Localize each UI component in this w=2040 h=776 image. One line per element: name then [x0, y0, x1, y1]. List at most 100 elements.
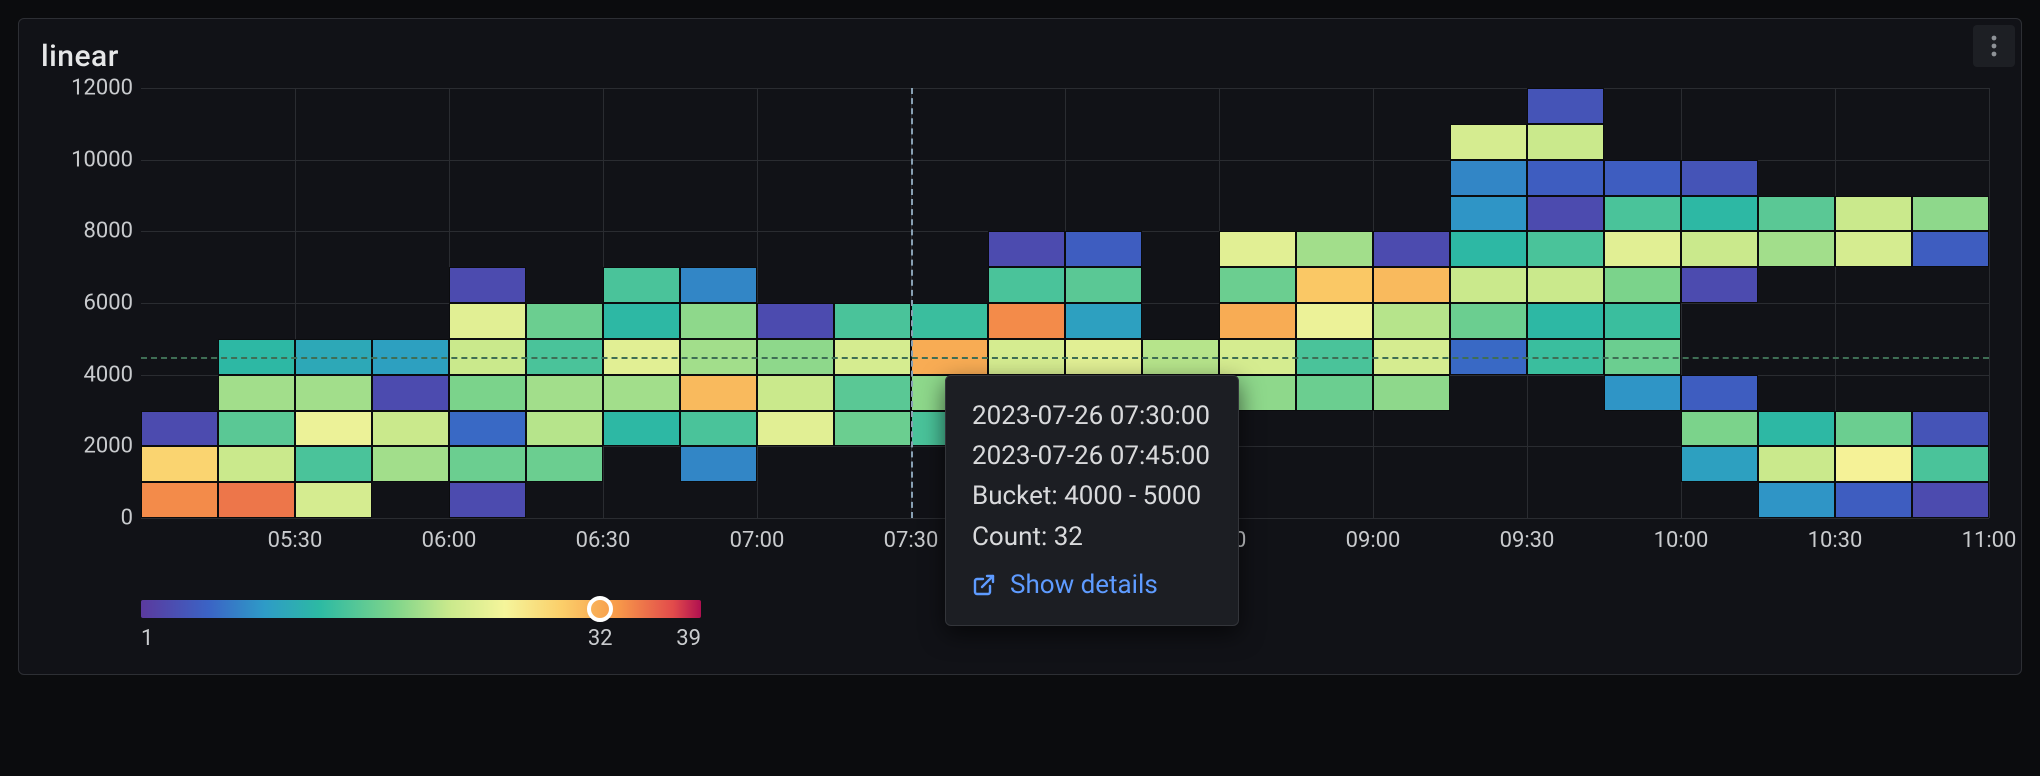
heatmap-cell[interactable]: [1835, 231, 1912, 267]
heatmap-cell[interactable]: [1450, 196, 1527, 232]
heatmap-cell[interactable]: [218, 446, 295, 482]
chart-area[interactable]: 020004000600080001000012000 05:3006:0006…: [41, 88, 1999, 648]
heatmap-cell[interactable]: [680, 267, 757, 303]
heatmap-cell[interactable]: [757, 411, 834, 447]
heatmap-cell[interactable]: [1912, 446, 1989, 482]
heatmap-cell[interactable]: [526, 303, 603, 339]
heatmap-cell[interactable]: [526, 446, 603, 482]
heatmap-cell[interactable]: [680, 411, 757, 447]
heatmap-cell[interactable]: [1527, 160, 1604, 196]
heatmap-cell[interactable]: [680, 375, 757, 411]
heatmap-cell[interactable]: [141, 411, 218, 447]
heatmap-cell[interactable]: [1450, 160, 1527, 196]
heatmap-cell[interactable]: [1681, 267, 1758, 303]
heatmap-cell[interactable]: [141, 482, 218, 518]
heatmap-cell[interactable]: [757, 375, 834, 411]
heatmap-cell[interactable]: [680, 446, 757, 482]
heatmap-cell[interactable]: [372, 446, 449, 482]
heatmap-cell[interactable]: [603, 303, 680, 339]
heatmap-cell[interactable]: [1604, 160, 1681, 196]
heatmap-cell[interactable]: [295, 482, 372, 518]
heatmap-cell[interactable]: [1065, 231, 1142, 267]
heatmap-cell[interactable]: [1758, 482, 1835, 518]
heatmap-cell[interactable]: [526, 411, 603, 447]
heatmap-cell[interactable]: [603, 375, 680, 411]
heatmap-cell[interactable]: [1681, 446, 1758, 482]
heatmap-cell[interactable]: [1604, 196, 1681, 232]
heatmap-cell[interactable]: [680, 303, 757, 339]
heatmap-cell[interactable]: [1604, 231, 1681, 267]
heatmap-cell[interactable]: [1835, 411, 1912, 447]
heatmap-cell[interactable]: [449, 303, 526, 339]
heatmap-cell[interactable]: [603, 267, 680, 303]
heatmap-cell[interactable]: [834, 303, 911, 339]
heatmap-cell[interactable]: [1681, 160, 1758, 196]
heatmap-cell[interactable]: [834, 411, 911, 447]
heatmap-cell[interactable]: [1758, 411, 1835, 447]
heatmap-cell[interactable]: [1912, 411, 1989, 447]
heatmap-cell[interactable]: [372, 411, 449, 447]
heatmap-cell[interactable]: [1835, 482, 1912, 518]
heatmap-cell[interactable]: [1296, 231, 1373, 267]
heatmap-cell[interactable]: [1527, 196, 1604, 232]
heatmap-cell[interactable]: [1835, 196, 1912, 232]
heatmap-cell[interactable]: [1912, 482, 1989, 518]
heatmap-cell[interactable]: [1604, 375, 1681, 411]
heatmap-cell[interactable]: [988, 303, 1065, 339]
heatmap-cell[interactable]: [1758, 231, 1835, 267]
heatmap-cell[interactable]: [603, 411, 680, 447]
heatmap-cell[interactable]: [988, 231, 1065, 267]
heatmap-cell[interactable]: [1219, 231, 1296, 267]
heatmap-cell[interactable]: [1604, 303, 1681, 339]
heatmap-cell[interactable]: [295, 411, 372, 447]
heatmap-cell[interactable]: [1450, 124, 1527, 160]
heatmap-cell[interactable]: [1450, 231, 1527, 267]
heatmap-cell[interactable]: [1681, 411, 1758, 447]
heatmap-cell[interactable]: [526, 375, 603, 411]
heatmap-cell[interactable]: [1296, 303, 1373, 339]
heatmap-cell[interactable]: [1296, 267, 1373, 303]
heatmap-cell[interactable]: [1219, 267, 1296, 303]
heatmap-cell[interactable]: [295, 446, 372, 482]
heatmap-cell[interactable]: [449, 482, 526, 518]
heatmap-cell[interactable]: [1681, 231, 1758, 267]
heatmap-cell[interactable]: [372, 375, 449, 411]
heatmap-cell[interactable]: [1758, 196, 1835, 232]
heatmap-cell[interactable]: [1527, 88, 1604, 124]
heatmap-cell[interactable]: [295, 375, 372, 411]
heatmap-cell[interactable]: [1296, 375, 1373, 411]
heatmap-cell[interactable]: [1527, 267, 1604, 303]
heatmap-cell[interactable]: [449, 375, 526, 411]
heatmap-cell[interactable]: [1912, 231, 1989, 267]
heatmap-cell[interactable]: [1912, 196, 1989, 232]
heatmap-cell[interactable]: [1373, 267, 1450, 303]
heatmap-cell[interactable]: [449, 267, 526, 303]
heatmap-cell[interactable]: [1373, 303, 1450, 339]
heatmap-cell[interactable]: [1527, 303, 1604, 339]
heatmap-cell[interactable]: [218, 375, 295, 411]
heatmap-cell[interactable]: [218, 482, 295, 518]
tooltip-show-details-link[interactable]: Show details: [972, 565, 1210, 605]
panel-menu-button[interactable]: [1973, 25, 2015, 67]
heatmap-cell[interactable]: [1373, 231, 1450, 267]
heatmap-cell[interactable]: [834, 375, 911, 411]
heatmap-cell[interactable]: [1373, 375, 1450, 411]
heatmap-cell[interactable]: [1219, 303, 1296, 339]
heatmap-cell[interactable]: [757, 303, 834, 339]
heatmap-cell[interactable]: [449, 411, 526, 447]
heatmap-cell[interactable]: [988, 267, 1065, 303]
heatmap-cell[interactable]: [1450, 267, 1527, 303]
heatmap-cell[interactable]: [1527, 231, 1604, 267]
heatmap-cell[interactable]: [218, 411, 295, 447]
heatmap-cell[interactable]: [449, 446, 526, 482]
heatmap-cell[interactable]: [1681, 196, 1758, 232]
heatmap-cell[interactable]: [911, 303, 988, 339]
heatmap-cell[interactable]: [1758, 446, 1835, 482]
heatmap-cell[interactable]: [1450, 303, 1527, 339]
heatmap-cell[interactable]: [1835, 446, 1912, 482]
heatmap-cell[interactable]: [1065, 267, 1142, 303]
heatmap-cell[interactable]: [141, 446, 218, 482]
heatmap-cell[interactable]: [1604, 267, 1681, 303]
heatmap-cell[interactable]: [1065, 303, 1142, 339]
heatmap-cell[interactable]: [1527, 124, 1604, 160]
